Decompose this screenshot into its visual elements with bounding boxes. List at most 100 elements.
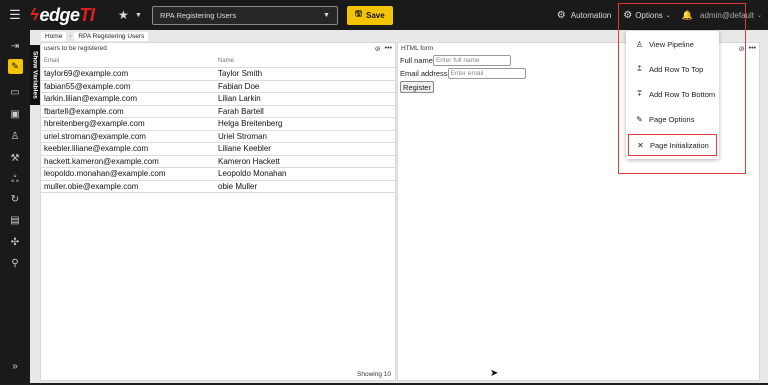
table-row[interactable]: uriel.stroman@example.com Uriel Stroman: [41, 131, 395, 143]
more-icon[interactable]: •••: [749, 45, 756, 52]
cell-name: obie Muller: [218, 181, 258, 191]
top-right-controls: ⚙ Automation ⚙ Options ⌄ 🔔 admin@default…: [557, 0, 768, 30]
check-circle-icon[interactable]: ⊘: [375, 45, 381, 53]
breadcrumb-home[interactable]: Home: [41, 32, 67, 41]
panel-header-icons: ⊘ •••: [371, 45, 392, 53]
cell-email: taylor69@example.com: [44, 69, 129, 79]
cell-email: muller.obie@example.com: [44, 181, 139, 191]
cell-email: hbreitenberg@example.com: [44, 119, 145, 129]
column-header-email[interactable]: Email: [41, 58, 218, 64]
page-select[interactable]: RPA Registering Users ▼: [151, 5, 338, 25]
refresh-icon[interactable]: ↻: [0, 190, 30, 208]
cell-name: Liliane Keebler: [218, 144, 271, 154]
cell-name: Uriel Stroman: [218, 131, 267, 141]
tools-icon[interactable]: ⚒: [0, 149, 30, 167]
user-label: admin@default: [700, 10, 754, 20]
cell-email: hackett.kameron@example.com: [44, 156, 159, 166]
editor-nav-item[interactable]: ✎: [0, 57, 30, 75]
bell-icon[interactable]: 🔔: [682, 10, 693, 21]
tools-icon: ✕: [637, 140, 644, 150]
edit-icon: ✎: [7, 58, 23, 74]
logo-bolt-icon: ϟ: [30, 5, 39, 24]
app-logo: ϟ edge TI: [30, 0, 112, 30]
more-icon[interactable]: •••: [385, 45, 392, 52]
menu-item-label: Page Initialization: [650, 140, 709, 150]
plug-icon[interactable]: ⚲: [0, 254, 30, 272]
table-row[interactable]: fbartell@example.com Farah Bartell: [41, 106, 395, 118]
cell-email: larkin.lilian@example.com: [44, 94, 138, 104]
menu-item-add-row-top[interactable]: ⩲ Add Row To Top: [628, 58, 717, 80]
table-row[interactable]: keebler.liliane@example.com Liliane Keebl…: [41, 143, 395, 156]
save-page-icon[interactable]: ▣: [0, 105, 30, 123]
logo-accent-text: TI: [79, 4, 96, 25]
add-row-top-icon: ⩲: [637, 64, 642, 73]
cell-name: Taylor Smith: [218, 69, 263, 79]
login-icon[interactable]: ⇥: [0, 37, 30, 55]
cell-name: Fabian Doe: [218, 81, 260, 91]
document-icon[interactable]: ▭: [0, 83, 30, 101]
user-icon[interactable]: ♙: [0, 127, 30, 145]
email-label: Email address: [400, 69, 448, 78]
menu-item-page-options[interactable]: ✎ Page Options: [628, 108, 717, 130]
panel-title: HTML form: [401, 45, 434, 52]
pencil-icon: ✎: [636, 114, 643, 124]
cell-email: fbartell@example.com: [44, 106, 124, 116]
menu-item-label: View Pipeline: [649, 39, 694, 49]
table-body: taylor69@example.com Taylor Smith fabian55…: [41, 68, 395, 193]
cell-email: keebler.liliane@example.com: [44, 144, 149, 154]
breadcrumb-current: RPA Registering Users: [74, 32, 149, 41]
cell-email: fabian55@example.com: [44, 81, 131, 91]
menu-item-view-pipeline[interactable]: ♙ View Pipeline: [628, 33, 717, 55]
users-table-panel: users to be registered ⊘ ••• Email Name …: [40, 42, 396, 381]
breadcrumb: Home › RPA Registering Users: [41, 31, 149, 42]
check-circle-icon[interactable]: ⊘: [739, 45, 745, 53]
cell-email: uriel.stroman@example.com: [44, 131, 146, 141]
menu-item-label: Add Row To Bottom: [649, 89, 716, 99]
options-label: Options: [635, 10, 663, 20]
table-row[interactable]: leopoldo.monahan@example.com Leopoldo Mon…: [41, 168, 395, 181]
table-header: Email Name: [41, 54, 395, 68]
save-icon: 🖫: [355, 9, 362, 18]
menu-item-page-initialization[interactable]: ✕ Page Initialization: [628, 134, 717, 156]
chevron-down-icon: ⌄: [756, 12, 762, 19]
menu-item-label: Page Options: [649, 114, 695, 124]
email-input[interactable]: Enter email: [447, 68, 526, 79]
cell-name: Farah Bartell: [218, 106, 264, 116]
options-button[interactable]: ⚙ Options ⌄: [623, 10, 671, 21]
automation-icon: ⚙: [556, 9, 566, 21]
fullname-input[interactable]: Enter full name: [432, 55, 511, 66]
table-row[interactable]: hackett.kameron@example.com Kameron Hacke…: [41, 156, 395, 168]
menu-item-add-row-bottom[interactable]: ⩱ Add Row To Bottom: [628, 83, 717, 105]
column-header-name[interactable]: Name: [218, 58, 395, 64]
table-row[interactable]: muller.obie@example.com obie Muller: [41, 181, 395, 193]
gear-icon: ⚙: [623, 9, 633, 21]
page-select-value: RPA Registering Users: [159, 10, 237, 20]
panel-header-icons: ⊘ •••: [735, 45, 756, 53]
table-row[interactable]: fabian55@example.com Fabian Doe: [41, 81, 395, 93]
table-row[interactable]: larkin.lilian@example.com Lilian Larkin: [41, 93, 395, 106]
show-variables-tab[interactable]: Show Variables: [30, 45, 40, 105]
flow-icon[interactable]: ✣: [0, 233, 30, 251]
table-row[interactable]: hbreitenberg@example.com Helga Breitenber…: [41, 118, 395, 131]
table-row[interactable]: taylor69@example.com Taylor Smith: [41, 68, 395, 81]
chevron-down-icon: ⌄: [665, 12, 671, 19]
left-sidebar: ⇥ ✎ ▭ ▣ ♙ ⚒ ஃ ↻ ▤ ✣ ⚲ »: [0, 30, 30, 385]
files-icon[interactable]: ▤: [0, 211, 30, 229]
panel-header: users to be registered ⊘ •••: [41, 43, 395, 54]
expand-sidebar-icon[interactable]: »: [0, 357, 30, 375]
fullname-label: Full name: [400, 56, 433, 65]
save-button[interactable]: 🖫 Save: [346, 5, 393, 25]
favorite-star-icon[interactable]: ★: [118, 8, 132, 22]
cell-name: Lilian Larkin: [218, 94, 261, 104]
hamburger-menu-icon[interactable]: ☰: [0, 0, 30, 30]
favorites-caret-icon[interactable]: ▼: [135, 12, 142, 19]
users-icon[interactable]: ஃ: [0, 171, 30, 189]
automation-button[interactable]: ⚙ Automation: [557, 10, 611, 21]
register-button[interactable]: Register: [400, 81, 434, 93]
table-footer: Showing 10: [357, 371, 391, 378]
user-menu[interactable]: 🔔 admin@default ⌄: [682, 10, 762, 21]
cell-name: Leopoldo Monahan: [218, 169, 287, 179]
cell-email: leopoldo.monahan@example.com: [44, 169, 166, 179]
automation-label: Automation: [570, 10, 612, 20]
logo-main-text: edge: [39, 4, 81, 25]
